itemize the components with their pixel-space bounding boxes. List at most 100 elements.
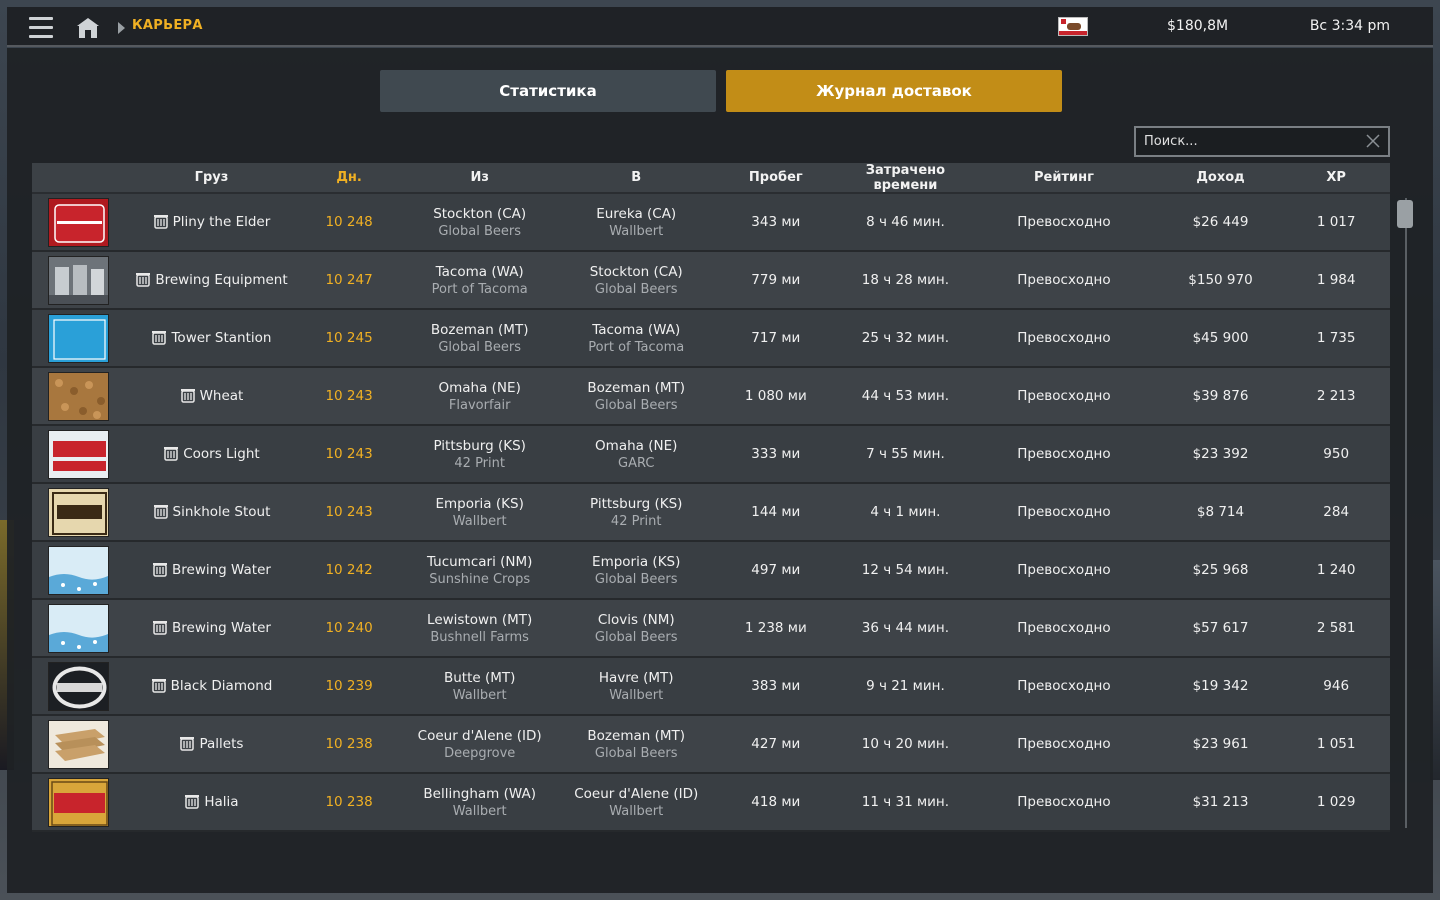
- xp-cell: 950: [1323, 446, 1350, 462]
- table-row[interactable]: Brewing Water 10 242 Tucumcari (NM) Sunshin…: [32, 542, 1390, 600]
- to-city: Bozeman (MT): [587, 727, 686, 744]
- trailer-icon: [185, 795, 200, 809]
- income-cell: $45 900: [1192, 330, 1249, 346]
- distance-cell: 418 ми: [751, 794, 801, 810]
- time-cell: 25 ч 32 мин.: [861, 330, 950, 346]
- trailer-icon: [153, 621, 167, 635]
- cargo-thumbnail-cell: [32, 719, 122, 769]
- from-company: 42 Print: [454, 455, 505, 471]
- table-row[interactable]: Pallets 10 238 Coeur d'Alene (ID) Deepgrove…: [32, 716, 1390, 774]
- breadcrumb[interactable]: КАРЬЕРА: [132, 18, 203, 33]
- time-cell: 10 ч 20 мин.: [861, 736, 950, 752]
- table-row[interactable]: Black Diamond 10 239 Butte (MT) Wallbert Hav…: [32, 658, 1390, 716]
- trailer-icon: [153, 563, 167, 577]
- close-icon[interactable]: [1366, 134, 1380, 148]
- cargo-image: [48, 255, 109, 305]
- tab-delivery-log[interactable]: Журнал доставок: [726, 70, 1062, 112]
- distance-cell: 1 238 ми: [744, 620, 807, 636]
- from-company: Deepgrove: [444, 745, 516, 761]
- from-company: Global Beers: [438, 223, 521, 239]
- table-row[interactable]: Brewing Equipment 10 247 Tacoma (WA) Port o…: [32, 252, 1390, 310]
- cargo-name: Pallets: [199, 736, 244, 752]
- header-from[interactable]: Из: [397, 170, 563, 185]
- distance-cell: 144 ми: [751, 504, 801, 520]
- to-company: 42 Print: [610, 513, 662, 529]
- to-cell: Tacoma (WA) Port of Tacoma: [562, 322, 710, 355]
- home-icon[interactable]: [76, 17, 100, 39]
- table-row[interactable]: Pliny the Elder 10 248 Stockton (CA) Global…: [32, 194, 1390, 252]
- cargo-cell: Wheat: [122, 388, 301, 404]
- header-time[interactable]: Затрачено времени: [842, 163, 970, 193]
- rating-cell: Превосходно: [1017, 678, 1111, 694]
- distance-cell: 779 ми: [751, 272, 801, 288]
- days-cell: 10 243: [325, 504, 373, 520]
- rating-cell: Превосходно: [1017, 736, 1111, 752]
- distance-cell: 1 080 ми: [744, 388, 807, 404]
- to-city: Stockton (CA): [589, 263, 683, 280]
- time-cell: 7 ч 55 мин.: [866, 446, 945, 462]
- search-input[interactable]: [1136, 134, 1356, 149]
- cargo-image: [48, 487, 109, 537]
- cargo-thumbnail-cell: [32, 545, 122, 595]
- distance-cell: 343 ми: [751, 214, 801, 230]
- header-to[interactable]: В: [562, 170, 710, 185]
- to-company: Global Beers: [594, 397, 678, 413]
- from-city: Lewistown (MT): [427, 611, 533, 628]
- cargo-thumbnail-cell: [32, 661, 122, 711]
- trailer-icon: [180, 389, 195, 403]
- income-cell: $26 449: [1192, 214, 1249, 230]
- income-cell: $39 876: [1192, 388, 1249, 404]
- cargo-image: [48, 719, 109, 769]
- time-cell: 4 ч 1 мин.: [870, 504, 941, 520]
- table-row[interactable]: Sinkhole Stout 10 243 Emporia (KS) Wallbert…: [32, 484, 1390, 542]
- header-distance[interactable]: Пробег: [710, 170, 842, 185]
- from-cell: Emporia (KS) Wallbert: [397, 496, 563, 529]
- from-company: Global Beers: [438, 339, 521, 355]
- to-cell: Bozeman (MT) Global Beers: [562, 380, 710, 413]
- scrollbar-track[interactable]: [1405, 198, 1407, 828]
- distance-cell: 383 ми: [751, 678, 801, 694]
- trailer-icon: [136, 273, 151, 287]
- trailer-icon: [164, 447, 179, 461]
- to-company: Global Beers: [594, 745, 678, 761]
- from-company: Wallbert: [452, 803, 507, 819]
- rating-cell: Превосходно: [1017, 446, 1111, 462]
- cargo-thumbnail-cell: [32, 197, 122, 247]
- cargo-thumbnail-cell: [32, 603, 122, 653]
- time-cell: 44 ч 53 мин.: [861, 388, 950, 404]
- header-xp[interactable]: XP: [1282, 170, 1390, 185]
- rating-cell: Превосходно: [1017, 504, 1111, 520]
- table-row[interactable]: Brewing Water 10 240 Lewistown (MT) Bushnel…: [32, 600, 1390, 658]
- from-company: Flavorfair: [448, 397, 511, 413]
- menu-icon[interactable]: [29, 17, 53, 38]
- header-rating[interactable]: Рейтинг: [969, 170, 1158, 185]
- breadcrumb-arrow-icon: [118, 22, 125, 34]
- header-cargo[interactable]: Груз: [122, 170, 301, 185]
- table-row[interactable]: Tower Stantion 10 245 Bozeman (MT) Global B…: [32, 310, 1390, 368]
- from-city: Pittsburg (KS): [433, 437, 526, 454]
- header-income[interactable]: Доход: [1159, 170, 1283, 185]
- from-cell: Stockton (CA) Global Beers: [397, 206, 563, 239]
- income-cell: $31 213: [1192, 794, 1249, 810]
- income-cell: $23 392: [1192, 446, 1249, 462]
- tab-statistics[interactable]: Статистика: [380, 70, 716, 112]
- to-company: Port of Tacoma: [588, 339, 685, 355]
- scrollbar-thumb[interactable]: [1397, 200, 1413, 228]
- days-cell: 10 243: [325, 388, 373, 404]
- table-row[interactable]: Wheat 10 243 Omaha (NE) Flavorfair Bozeman (…: [32, 368, 1390, 426]
- cargo-image: [48, 371, 109, 421]
- table-row[interactable]: Coors Light 10 243 Pittsburg (KS) 42 Print O…: [32, 426, 1390, 484]
- cargo-image: [48, 603, 109, 653]
- income-cell: $8 714: [1196, 504, 1245, 520]
- header-days[interactable]: Дн.: [301, 170, 397, 185]
- to-cell: Omaha (NE) GARC: [562, 438, 710, 471]
- time-cell: 9 ч 21 мин.: [866, 678, 945, 694]
- income-cell: $150 970: [1188, 272, 1253, 288]
- to-cell: Eureka (CA) Wallbert: [562, 206, 710, 239]
- from-city: Coeur d'Alene (ID): [417, 727, 542, 744]
- table-row[interactable]: Halia 10 238 Bellingham (WA) Wallbert Coeur …: [32, 774, 1390, 832]
- from-city: Tacoma (WA): [435, 263, 524, 280]
- income-cell: $57 617: [1192, 620, 1249, 636]
- from-company: Sunshine Crops: [429, 571, 531, 587]
- to-company: Global Beers: [594, 629, 678, 645]
